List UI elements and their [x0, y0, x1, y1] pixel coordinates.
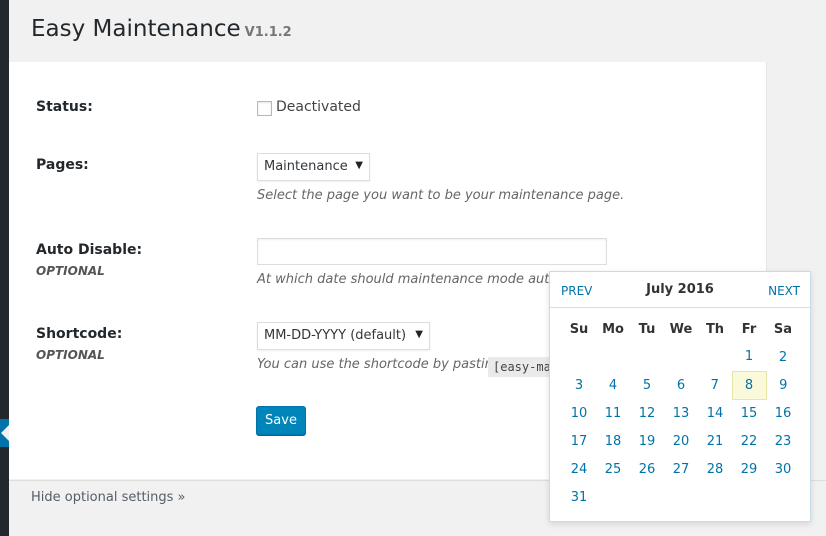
calendar-empty-cell: [664, 483, 698, 511]
calendar-day[interactable]: 24: [562, 455, 596, 483]
weekday-header: Fr: [741, 321, 757, 337]
datepicker-calendar-grid: Su Mo Tu We Th Fr Sa 1 2 3 4 5 6 7 8 9 10 11 12 13 14 15 16 17…: [562, 315, 800, 511]
calendar-day[interactable]: 17: [562, 427, 596, 455]
auto-disable-description: At which date should maintenance mode au…: [257, 272, 570, 287]
calendar-empty-cell: [596, 483, 630, 511]
datepicker-next-button[interactable]: NEXT: [768, 284, 800, 298]
calendar-day[interactable]: 3: [562, 371, 596, 399]
auto-disable-date-input[interactable]: [257, 238, 607, 265]
calendar-day[interactable]: 26: [630, 455, 664, 483]
calendar-empty-cell: [698, 343, 732, 371]
auto-disable-optional: OPTIONAL: [36, 264, 105, 278]
calendar-empty-cell: [766, 483, 800, 511]
calendar-day[interactable]: 2: [766, 343, 800, 371]
version-label: V1.1.2: [244, 25, 292, 40]
auto-disable-label: Auto Disable:: [36, 242, 143, 258]
calendar-day[interactable]: 6: [664, 371, 698, 399]
calendar-empty-cell: [732, 483, 766, 511]
pages-label: Pages:: [36, 157, 89, 173]
calendar-week-row: 3456789: [562, 370, 800, 400]
status-label: Status:: [36, 99, 93, 115]
weekday-header: Sa: [773, 321, 793, 337]
weekday-header: Tu: [638, 321, 656, 337]
current-menu-arrow-icon: [0, 419, 9, 447]
pages-select-value: Maintenance: [264, 159, 348, 174]
calendar-week-row: 12: [562, 343, 800, 371]
calendar-day[interactable]: 4: [596, 371, 630, 399]
datepicker-header: July 2016 PREV NEXT: [550, 272, 810, 308]
calendar-empty-cell: [698, 483, 732, 511]
shortcode-optional: OPTIONAL: [36, 348, 105, 362]
weekday-header: Mo: [602, 321, 624, 337]
calendar-day[interactable]: 27: [664, 455, 698, 483]
datepicker-popup: July 2016 PREV NEXT Su Mo Tu We Th Fr Sa 12345…: [549, 271, 811, 522]
weekday-header: Su: [569, 321, 589, 337]
date-format-select-value: MM-DD-YYYY (default): [264, 328, 407, 343]
shortcode-label: Shortcode:: [36, 326, 123, 342]
calendar-day[interactable]: 7: [698, 371, 732, 399]
datepicker-prev-button[interactable]: PREV: [561, 284, 592, 298]
calendar-day[interactable]: 15: [732, 399, 766, 427]
calendar-day[interactable]: 28: [698, 455, 732, 483]
date-format-select[interactable]: MM-DD-YYYY (default) ▼: [257, 322, 430, 350]
calendar-day[interactable]: 12: [630, 399, 664, 427]
calendar-day[interactable]: 16: [766, 399, 800, 427]
shortcode-snippet: [easy-ma: [488, 357, 550, 377]
calendar-day[interactable]: 1: [732, 343, 766, 371]
calendar-day[interactable]: 9: [766, 371, 800, 399]
calendar-day[interactable]: 30: [766, 455, 800, 483]
calendar-day[interactable]: 10: [562, 399, 596, 427]
calendar-day[interactable]: 22: [732, 427, 766, 455]
calendar-day[interactable]: 23: [766, 427, 800, 455]
page-title: Easy Maintenance V1.1.2: [31, 16, 292, 42]
pages-description: Select the page you want to be your main…: [257, 188, 625, 203]
calendar-day[interactable]: 14: [698, 399, 732, 427]
deactivated-label[interactable]: Deactivated: [276, 99, 361, 115]
calendar-day[interactable]: 18: [596, 427, 630, 455]
calendar-day[interactable]: 31: [562, 483, 596, 511]
calendar-day[interactable]: 29: [732, 455, 766, 483]
hide-optional-settings-link[interactable]: Hide optional settings »: [31, 490, 186, 505]
calendar-day[interactable]: 8: [731, 370, 767, 400]
calendar-day[interactable]: 19: [630, 427, 664, 455]
calendar-day[interactable]: 25: [596, 455, 630, 483]
pages-select[interactable]: Maintenance ▼: [257, 153, 370, 181]
weekday-header: Th: [705, 321, 725, 337]
admin-sidebar: [0, 0, 9, 536]
select-caret-icon: ▼: [415, 329, 423, 340]
calendar-day[interactable]: 11: [596, 399, 630, 427]
calendar-empty-cell: [630, 483, 664, 511]
calendar-week-row: 31: [562, 483, 800, 511]
calendar-week-row: 10 11 12 13 14 15 16: [562, 399, 800, 427]
calendar-day[interactable]: 5: [630, 371, 664, 399]
calendar-week-row: 24 25 26 27 28 29 30: [562, 455, 800, 483]
calendar-empty-cell: [630, 343, 664, 371]
calendar-day[interactable]: 21: [698, 427, 732, 455]
calendar-empty-cell: [562, 343, 596, 371]
weekday-header: We: [669, 321, 693, 337]
calendar-week-row: 17 18 19 20 21 22 23: [562, 427, 800, 455]
deactivated-checkbox[interactable]: [257, 101, 272, 116]
shortcode-description: You can use the shortcode by pasting: [257, 357, 502, 372]
calendar-day[interactable]: 20: [664, 427, 698, 455]
save-button[interactable]: Save: [256, 406, 306, 435]
calendar-day[interactable]: 13: [664, 399, 698, 427]
select-caret-icon: ▼: [355, 160, 363, 171]
calendar-empty-cell: [596, 343, 630, 371]
calendar-empty-cell: [664, 343, 698, 371]
